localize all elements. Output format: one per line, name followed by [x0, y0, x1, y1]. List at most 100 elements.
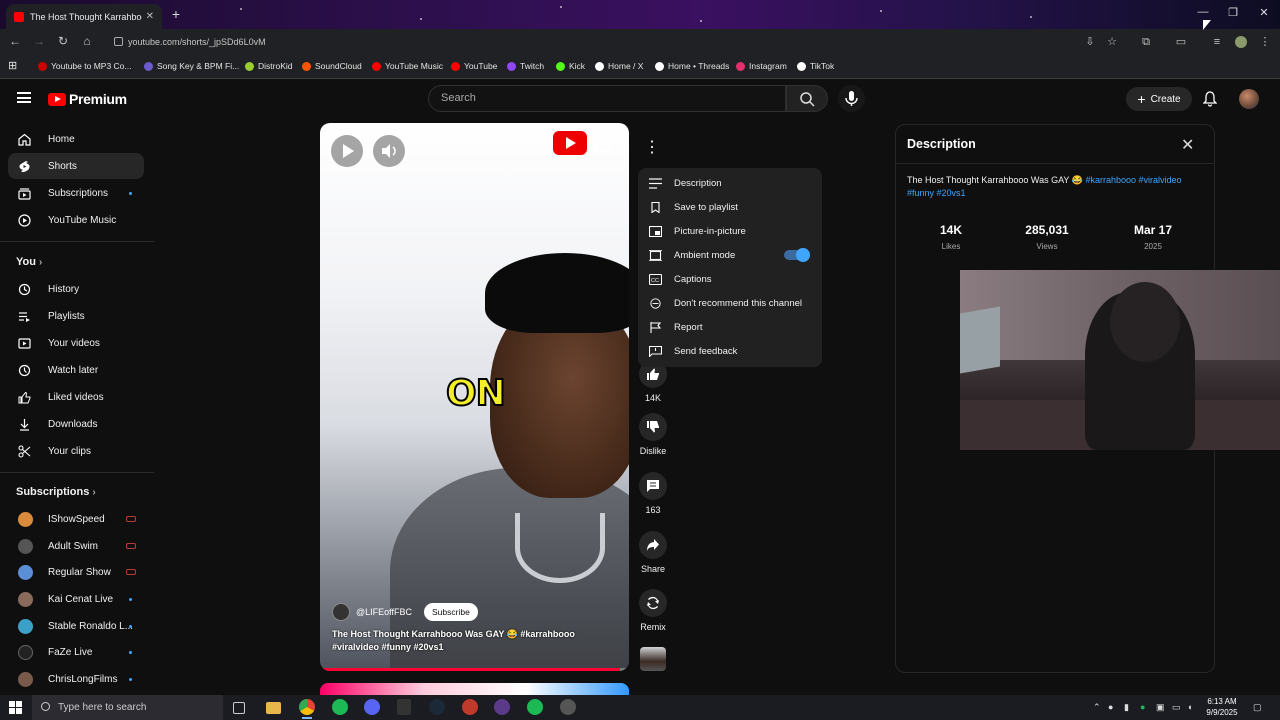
browser-tab[interactable]: The Host Thought Karrahbooo ✕ — [6, 4, 162, 29]
back-icon[interactable]: ← — [7, 34, 23, 48]
menu-item-captions[interactable]: CC Captions — [638, 267, 822, 291]
app-icon[interactable] — [462, 699, 478, 715]
playback-progress-bar[interactable] — [320, 668, 629, 671]
bookmark-item[interactable]: DistroKid — [245, 61, 292, 71]
bookmark-item[interactable]: Home / X — [595, 61, 643, 71]
you-section-heading[interactable]: You › — [16, 256, 42, 268]
menu-item-send-feedback[interactable]: Send feedback — [638, 339, 822, 363]
sidebar-item-watch-later[interactable]: Watch later — [8, 357, 144, 383]
profile-icon[interactable] — [1235, 36, 1247, 48]
tray-microphone-icon[interactable]: ▮ — [1124, 702, 1129, 713]
dislike-action[interactable]: Dislike — [638, 413, 668, 456]
remix-action[interactable]: Remix — [638, 589, 668, 632]
subscribe-button[interactable]: Subscribe — [424, 603, 478, 621]
short-video-player[interactable]: ON @LIFEoffFBC Subscribe The Host Though… — [320, 123, 629, 671]
comments-button[interactable] — [639, 472, 667, 500]
notifications-center-icon[interactable]: ▢ — [1253, 702, 1262, 713]
dislike-button[interactable] — [639, 413, 667, 441]
bookmark-item[interactable]: Youtube to MP3 Co... — [38, 61, 132, 71]
channel-avatar[interactable] — [332, 603, 350, 621]
sidebar-item-home[interactable]: Home — [8, 126, 144, 152]
menu-item-ambient-mode[interactable]: Ambient mode — [638, 243, 822, 267]
voice-search-button[interactable] — [838, 85, 865, 112]
spotify-icon[interactable] — [332, 699, 348, 715]
bookmark-item[interactable]: Instagram — [736, 61, 787, 71]
subscription-channel-item[interactable]: Stable Ronaldo L... — [8, 613, 144, 639]
tray-overflow-icon[interactable]: ⌃ — [1093, 702, 1101, 713]
subscriptions-section-heading[interactable]: Subscriptions › — [16, 486, 96, 498]
taskbar-search-input[interactable]: Type here to search — [32, 695, 223, 720]
discord-icon[interactable] — [364, 699, 380, 715]
subscription-channel-item[interactable]: IShowSpeed — [8, 506, 144, 532]
network-icon[interactable]: ▭ — [1172, 702, 1181, 713]
subscription-channel-item[interactable]: Kai Cenat Live — [8, 586, 144, 612]
sidebar-item-shorts[interactable]: Shorts — [8, 153, 144, 179]
sidebar-item-subscriptions[interactable]: Subscriptions — [8, 180, 144, 206]
steam-icon[interactable] — [429, 699, 445, 715]
site-info-icon[interactable] — [114, 37, 123, 46]
bookmark-item[interactable]: Song Key & BPM Fi... — [144, 61, 239, 71]
tray-app-icon[interactable]: ● — [1108, 702, 1113, 712]
search-button[interactable] — [786, 85, 828, 112]
apps-grid-icon[interactable]: ⊞ — [8, 59, 17, 72]
sidebar-item-history[interactable]: History — [8, 276, 144, 302]
sound-source-thumbnail[interactable] — [638, 647, 668, 671]
sidebar-item-your-videos[interactable]: Your videos — [8, 330, 144, 356]
file-explorer-icon[interactable] — [266, 702, 281, 714]
menu-item-save-to-playlist[interactable]: Save to playlist — [638, 195, 822, 219]
comments-action[interactable]: 163 — [638, 472, 668, 515]
subscription-channel-item[interactable]: FaZe Live — [8, 639, 144, 665]
extensions-icon[interactable]: ⧉ — [1140, 36, 1152, 48]
menu-item-description[interactable]: Description — [638, 171, 822, 195]
fullscreen-icon[interactable] — [595, 138, 609, 152]
spotify-icon[interactable] — [527, 699, 543, 715]
bookmark-item[interactable]: YouTube — [451, 61, 497, 71]
address-bar[interactable]: youtube.com/shorts/_jpSDd6L0vM — [106, 32, 1106, 52]
taskbar-clock[interactable]: 6:13 AM 9/9/2025 — [1200, 696, 1244, 718]
bookmark-item[interactable]: YouTube Music — [372, 61, 443, 71]
app-icon[interactable] — [560, 699, 576, 715]
ambient-mode-toggle[interactable] — [784, 248, 810, 262]
subscription-channel-item[interactable]: Adult Swim — [8, 533, 144, 559]
reload-icon[interactable]: ↻ — [55, 34, 71, 48]
close-window-icon[interactable]: ✕ — [1254, 6, 1274, 19]
bookmark-item[interactable]: Twitch — [507, 61, 544, 71]
tray-app-icon[interactable]: ▣ — [1156, 702, 1165, 713]
more-options-icon[interactable]: ⋮ — [640, 137, 664, 161]
subscription-channel-item[interactable]: Regular Show — [8, 559, 144, 585]
menu-item-picture-in-picture[interactable]: Picture-in-picture — [638, 219, 822, 243]
close-icon[interactable]: ✕ — [1181, 135, 1194, 155]
minimize-icon[interactable]: — — [1193, 6, 1213, 18]
sidebar-item-playlists[interactable]: Playlists — [8, 303, 144, 329]
bookmark-star-icon[interactable]: ☆ — [1106, 36, 1118, 48]
volume-button[interactable] — [373, 135, 405, 167]
new-tab-icon[interactable]: + — [168, 6, 184, 22]
sidebar-item-youtube-music[interactable]: YouTube Music — [8, 207, 144, 233]
bookmark-item[interactable]: Home • Threads — [655, 61, 729, 71]
media-icon[interactable]: ≡ — [1211, 36, 1223, 48]
hamburger-menu-icon[interactable] — [17, 92, 31, 103]
sidebar-item-downloads[interactable]: Downloads — [8, 411, 144, 437]
cast-icon[interactable]: ▭ — [1175, 36, 1187, 48]
share-action[interactable]: Share — [638, 531, 668, 574]
bookmark-item[interactable]: SoundCloud — [302, 61, 362, 71]
volume-tray-icon[interactable]: ◖ — [1187, 702, 1192, 712]
create-button[interactable]: + Create — [1126, 87, 1192, 111]
remix-button[interactable] — [639, 589, 667, 617]
subscription-channel-item[interactable]: ChrisLongFilms — [8, 666, 144, 692]
install-icon[interactable]: ⇩ — [1084, 36, 1096, 48]
sidebar-item-your-clips[interactable]: Your clips — [8, 438, 144, 464]
menu-item-dont-recommend[interactable]: Don't recommend this channel — [638, 291, 822, 315]
share-button[interactable] — [639, 531, 667, 559]
next-short-preview[interactable] — [320, 683, 629, 695]
forward-icon[interactable]: → — [31, 34, 47, 48]
windows-start-icon[interactable] — [9, 701, 22, 714]
youtube-app-icon[interactable] — [553, 131, 587, 155]
youtube-premium-logo[interactable]: Premium — [48, 91, 127, 107]
menu-kebab-icon[interactable]: ⋮ — [1259, 36, 1271, 48]
account-avatar[interactable] — [1239, 89, 1259, 109]
sidebar-item-liked-videos[interactable]: Liked videos — [8, 384, 144, 410]
close-tab-icon[interactable]: ✕ — [146, 11, 154, 22]
epic-games-icon[interactable] — [397, 699, 411, 715]
app-icon[interactable] — [494, 699, 510, 715]
